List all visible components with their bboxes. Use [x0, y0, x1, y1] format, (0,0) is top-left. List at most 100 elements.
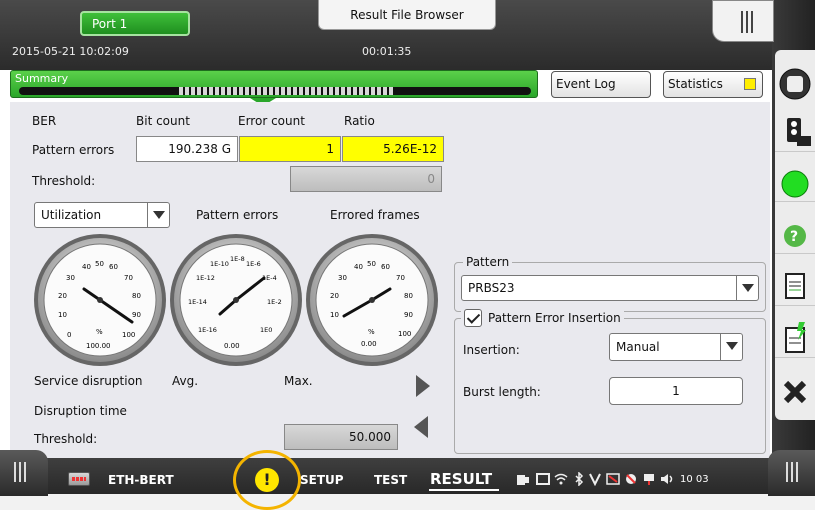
ber-threshold-label: Threshold:: [32, 174, 96, 188]
status-button[interactable]: [775, 162, 815, 202]
power-icon: [517, 475, 529, 485]
util-tick-30: 30: [66, 274, 75, 282]
traffic-button[interactable]: [775, 112, 815, 152]
disruption-threshold-label: Threshold:: [34, 432, 98, 446]
util-tick-10: 10: [58, 311, 67, 319]
ef-tick-90: 90: [404, 311, 413, 319]
util-tick-70: 70: [124, 274, 133, 282]
max-label: Max.: [284, 374, 313, 388]
results-panel: BER Bit count Error count Ratio Pattern …: [10, 102, 770, 458]
avg-label: Avg.: [172, 374, 199, 388]
ef-tick-70: 70: [396, 274, 405, 282]
utilization-gauge: 0 10 20 30 40 50 60 70 80 90 100 % 100.0…: [34, 234, 166, 366]
right-menu-button[interactable]: [768, 450, 815, 496]
result-tab[interactable]: RESULT: [430, 470, 492, 488]
quick-report-icon: [785, 322, 806, 353]
storage-icon: [536, 473, 550, 485]
link-icon: [644, 474, 654, 485]
pattern-select[interactable]: PRBS23: [461, 275, 759, 301]
pattern-value: PRBS23: [468, 281, 515, 295]
statistics-button[interactable]: Statistics: [663, 71, 763, 98]
bottom-strip: [0, 494, 815, 510]
ef-tick-80: 80: [404, 292, 413, 300]
util-tick-100: 100: [122, 331, 135, 339]
pe-tick-1e-10: 1E-10: [210, 260, 229, 268]
pe-tick-1e-14: 1E-14: [188, 298, 207, 306]
pe-tick-1e-12: 1E-12: [196, 274, 215, 282]
warning-icon[interactable]: !: [255, 468, 279, 492]
network-icon: [626, 474, 636, 484]
test-tab[interactable]: TEST: [374, 473, 407, 487]
menu-icon: [741, 11, 743, 33]
clock: 10 03: [680, 474, 709, 485]
traffic-light-icon: [787, 118, 811, 146]
pattern-error-insertion-header: Pattern Error Insertion: [461, 309, 624, 327]
module-icon: [68, 472, 90, 486]
util-tick-0: 0: [67, 331, 71, 339]
pattern-error-insertion-checkbox[interactable]: [464, 309, 482, 327]
insertion-select[interactable]: Manual: [609, 333, 743, 361]
burst-length-label: Burst length:: [463, 385, 541, 399]
error-count-value: 1: [239, 136, 341, 162]
help-button[interactable]: ?: [775, 214, 815, 254]
gauge-type-select[interactable]: Utilization: [34, 202, 170, 228]
svg-text:?: ?: [790, 229, 798, 245]
pe-tick-1e-16: 1E-16: [198, 326, 217, 334]
bit-count-value: 190.238 G: [136, 136, 238, 162]
pe-tick-1e-2: 1E-2: [267, 298, 282, 306]
event-log-button[interactable]: Event Log: [551, 71, 651, 98]
ef-unit: %: [368, 328, 375, 336]
ef-tick-40: 40: [354, 263, 363, 271]
summary-tab[interactable]: Summary: [10, 70, 538, 98]
summary-label: Summary: [15, 72, 69, 85]
pe-value: 0.00: [224, 342, 240, 350]
wifi-icon: [554, 473, 568, 485]
util-tick-90: 90: [132, 311, 141, 319]
date-time: 2015-05-21 10:02:09: [12, 45, 129, 58]
volume-icon: [661, 474, 673, 484]
pe-tick-1e-6: 1E-6: [246, 260, 261, 268]
result-file-browser-label: Result File Browser: [350, 8, 464, 22]
menu-icon: [14, 462, 16, 482]
pattern-errors-row-label: Pattern errors: [32, 143, 115, 157]
ef-tick-10: 10: [330, 311, 339, 319]
ef-value: 0.00: [361, 340, 377, 348]
util-tick-80: 80: [132, 292, 141, 300]
status-led-icon: [781, 170, 809, 198]
error-count-header: Error count: [238, 114, 305, 128]
disruption-threshold-value[interactable]: 50.000: [284, 424, 398, 450]
stop-button[interactable]: [775, 64, 815, 104]
util-tick-60: 60: [109, 263, 118, 271]
stop-icon: [779, 68, 811, 100]
left-menu-button[interactable]: [0, 450, 48, 496]
ef-tick-30: 30: [338, 274, 347, 282]
right-tool-panel: ?: [775, 50, 815, 420]
result-file-browser-button[interactable]: Result File Browser: [318, 0, 496, 30]
insertion-label: Insertion:: [463, 343, 520, 357]
module-name[interactable]: ETH-BERT: [108, 473, 174, 487]
report-button[interactable]: [775, 266, 815, 306]
report-icon: [785, 273, 805, 299]
util-value: 100.00: [86, 342, 111, 350]
arrow-right-icon[interactable]: [416, 375, 430, 397]
summary-progress-segments: [179, 87, 395, 95]
result-tab-underline: [429, 489, 499, 491]
help-icon: ?: [784, 225, 806, 247]
chevron-down-icon: [736, 276, 758, 300]
elapsed-time: 00:01:35: [362, 45, 412, 58]
pattern-legend: Pattern: [463, 255, 513, 269]
insertion-value: Manual: [616, 340, 660, 354]
close-button[interactable]: [775, 370, 815, 410]
arrow-left-icon[interactable]: [414, 416, 428, 438]
burst-length-input[interactable]: 1: [609, 377, 743, 405]
port-tab-label: Port 1: [92, 17, 128, 31]
setup-tab[interactable]: SETUP: [300, 473, 344, 487]
disruption-time-label: Disruption time: [34, 404, 127, 418]
quick-report-button[interactable]: [775, 318, 815, 358]
chevron-down-icon: [147, 203, 169, 227]
port-tab[interactable]: Port 1: [80, 11, 190, 36]
menu-button[interactable]: [712, 0, 774, 42]
pattern-group: Pattern PRBS23: [454, 255, 766, 312]
ef-tick-100: 100: [398, 330, 411, 338]
ber-threshold-value[interactable]: 0: [290, 166, 442, 192]
